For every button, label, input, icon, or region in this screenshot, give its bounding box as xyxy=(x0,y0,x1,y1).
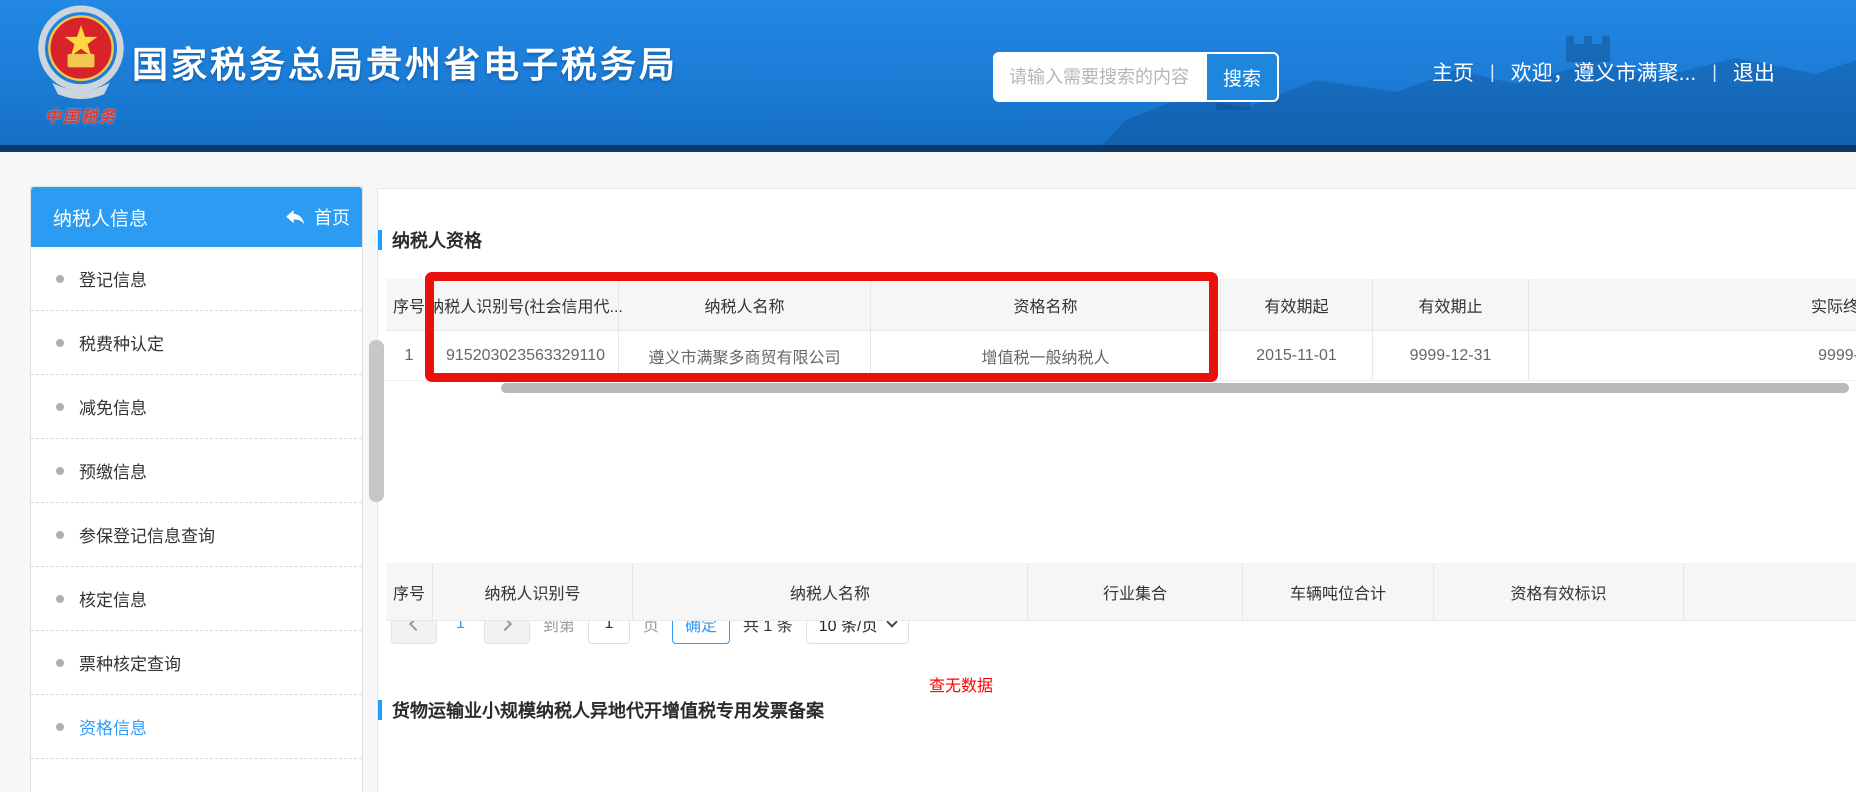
cell-shibiehao: 915203023563329110 xyxy=(433,331,619,380)
site-title: 国家税务总局贵州省电子税务局 xyxy=(132,36,678,88)
sidebar-home-link[interactable]: 首页 xyxy=(284,204,350,230)
section-title-text: 货物运输业小规模纳税人异地代开增值税专用发票备案 xyxy=(392,697,824,723)
sidebar-menu: 登记信息 税费种认定 减免信息 预缴信息 参保登记信息查询 核定信息 xyxy=(31,247,362,759)
column-header-mingcheng: 纳税人名称 xyxy=(633,563,1028,620)
sidebar: 纳税人信息 首页 登记信息 税费种认定 减免信息 xyxy=(30,186,363,792)
sidebar-item-yujiao[interactable]: 预缴信息 xyxy=(31,439,362,503)
column-header-empty xyxy=(1684,563,1856,620)
column-header-xuhao: 序号 xyxy=(386,563,433,620)
sidebar-item-label: 减免信息 xyxy=(79,394,147,419)
section-title-qualification: 纳税人资格 xyxy=(378,227,482,253)
sidebar-item-shuifeizhong[interactable]: 税费种认定 xyxy=(31,311,362,375)
nav-welcome-user[interactable]: 欢迎，遵义市满聚... xyxy=(1511,57,1697,87)
no-data-message: 查无数据 xyxy=(378,672,1544,696)
bullet-icon xyxy=(56,275,64,283)
tax-emblem-icon xyxy=(33,4,129,100)
nav-home-link[interactable]: 主页 xyxy=(1432,57,1474,87)
bullet-icon xyxy=(56,595,64,603)
sidebar-scrollbar[interactable] xyxy=(369,340,384,502)
sidebar-item-canbao[interactable]: 参保登记信息查询 xyxy=(31,503,362,567)
sidebar-item-label: 税费种认定 xyxy=(79,330,164,355)
cell-zigemingcheng: 增值税一般纳税人 xyxy=(871,331,1221,380)
nav-logout-link[interactable]: 退出 xyxy=(1733,57,1775,87)
qualification-table-header: 序号 纳税人识别号(社会信用代... 纳税人名称 资格名称 有效期起 有效期止 … xyxy=(386,279,1856,331)
app-header: 中国税务 国家税务总局贵州省电子税务局 搜索 主页 | 欢迎，遵义市满聚... … xyxy=(0,0,1856,152)
column-header-cheliangdunwei: 车辆吨位合计 xyxy=(1243,563,1434,620)
main-panel: 纳税人资格 序号 纳税人识别号(社会信用代... 纳税人名称 资格名称 有效期起… xyxy=(377,188,1856,792)
column-header-youxiaoqiqi: 有效期起 xyxy=(1221,279,1373,330)
section-title-text: 纳税人资格 xyxy=(392,227,482,253)
bullet-icon xyxy=(56,659,64,667)
back-arrow-icon xyxy=(284,207,305,228)
page: 中国税务 国家税务总局贵州省电子税务局 搜索 主页 | 欢迎，遵义市满聚... … xyxy=(0,0,1856,792)
nav-separator: | xyxy=(1712,62,1717,83)
sidebar-item-label: 参保登记信息查询 xyxy=(79,522,215,547)
sidebar-item-label: 资格信息 xyxy=(79,714,147,739)
column-header-youxiaoqizhi: 有效期止 xyxy=(1373,279,1529,330)
sidebar-item-dengji[interactable]: 登记信息 xyxy=(31,247,362,311)
sidebar-title: 纳税人信息 xyxy=(53,204,148,231)
cell-youxiaoqiqi: 2015-11-01 xyxy=(1221,331,1373,380)
column-header-shibiehao: 纳税人识别号 xyxy=(433,563,633,620)
sidebar-item-label: 登记信息 xyxy=(79,266,147,291)
header-nav: 主页 | 欢迎，遵义市满聚... | 退出 xyxy=(1432,57,1775,87)
sidebar-header: 纳税人信息 首页 xyxy=(31,187,362,247)
sidebar-home-label: 首页 xyxy=(314,204,350,230)
section-title-freight: 货物运输业小规模纳税人异地代开增值税专用发票备案 xyxy=(378,697,824,723)
column-header-zigeyouxiao: 资格有效标识 xyxy=(1434,563,1684,620)
cell-mingcheng: 遵义市满聚多商贸有限公司 xyxy=(619,331,871,380)
freight-table-header: 序号 纳税人识别号 纳税人名称 行业集合 车辆吨位合计 资格有效标识 xyxy=(386,563,1856,621)
qualification-table-row: 1 915203023563329110 遵义市满聚多商贸有限公司 增值税一般纳… xyxy=(386,331,1856,381)
bullet-icon xyxy=(56,531,64,539)
cell-youxiaoqizhi: 9999-12-31 xyxy=(1373,331,1529,380)
bullet-icon xyxy=(56,403,64,411)
header-search-group: 搜索 xyxy=(993,52,1279,102)
search-button[interactable]: 搜索 xyxy=(1207,54,1277,100)
nav-separator: | xyxy=(1490,62,1495,83)
bullet-icon xyxy=(56,339,64,347)
column-header-zigemingcheng: 资格名称 xyxy=(871,279,1221,330)
column-header-hangyejihe: 行业集合 xyxy=(1028,563,1243,620)
horizontal-scrollbar[interactable] xyxy=(501,383,1849,393)
logo-caption: 中国税务 xyxy=(26,103,136,127)
sidebar-item-piaozhong[interactable]: 票种核定查询 xyxy=(31,631,362,695)
accent-bar xyxy=(378,230,382,250)
column-header-shibiehao: 纳税人识别号(社会信用代... xyxy=(433,279,619,330)
column-header-xuhao: 序号 xyxy=(386,279,433,330)
sidebar-item-label: 预缴信息 xyxy=(79,458,147,483)
search-input[interactable] xyxy=(995,54,1207,100)
accent-bar xyxy=(378,700,382,720)
sidebar-item-heding[interactable]: 核定信息 xyxy=(31,567,362,631)
sidebar-item-label: 核定信息 xyxy=(79,586,147,611)
bullet-icon xyxy=(56,467,64,475)
sidebar-item-jianmian[interactable]: 减免信息 xyxy=(31,375,362,439)
cell-xuhao: 1 xyxy=(386,331,433,380)
sidebar-item-zige[interactable]: 资格信息 xyxy=(31,695,362,759)
tax-bureau-logo: 中国税务 xyxy=(26,4,136,127)
sidebar-item-label: 票种核定查询 xyxy=(79,650,181,675)
bullet-icon xyxy=(56,723,64,731)
column-header-mingcheng: 纳税人名称 xyxy=(619,279,871,330)
column-header-shijizhongzhi: 实际终止日期 xyxy=(1529,279,1856,330)
cell-shijizhongzhi: 9999-12-31 xyxy=(1529,331,1856,380)
